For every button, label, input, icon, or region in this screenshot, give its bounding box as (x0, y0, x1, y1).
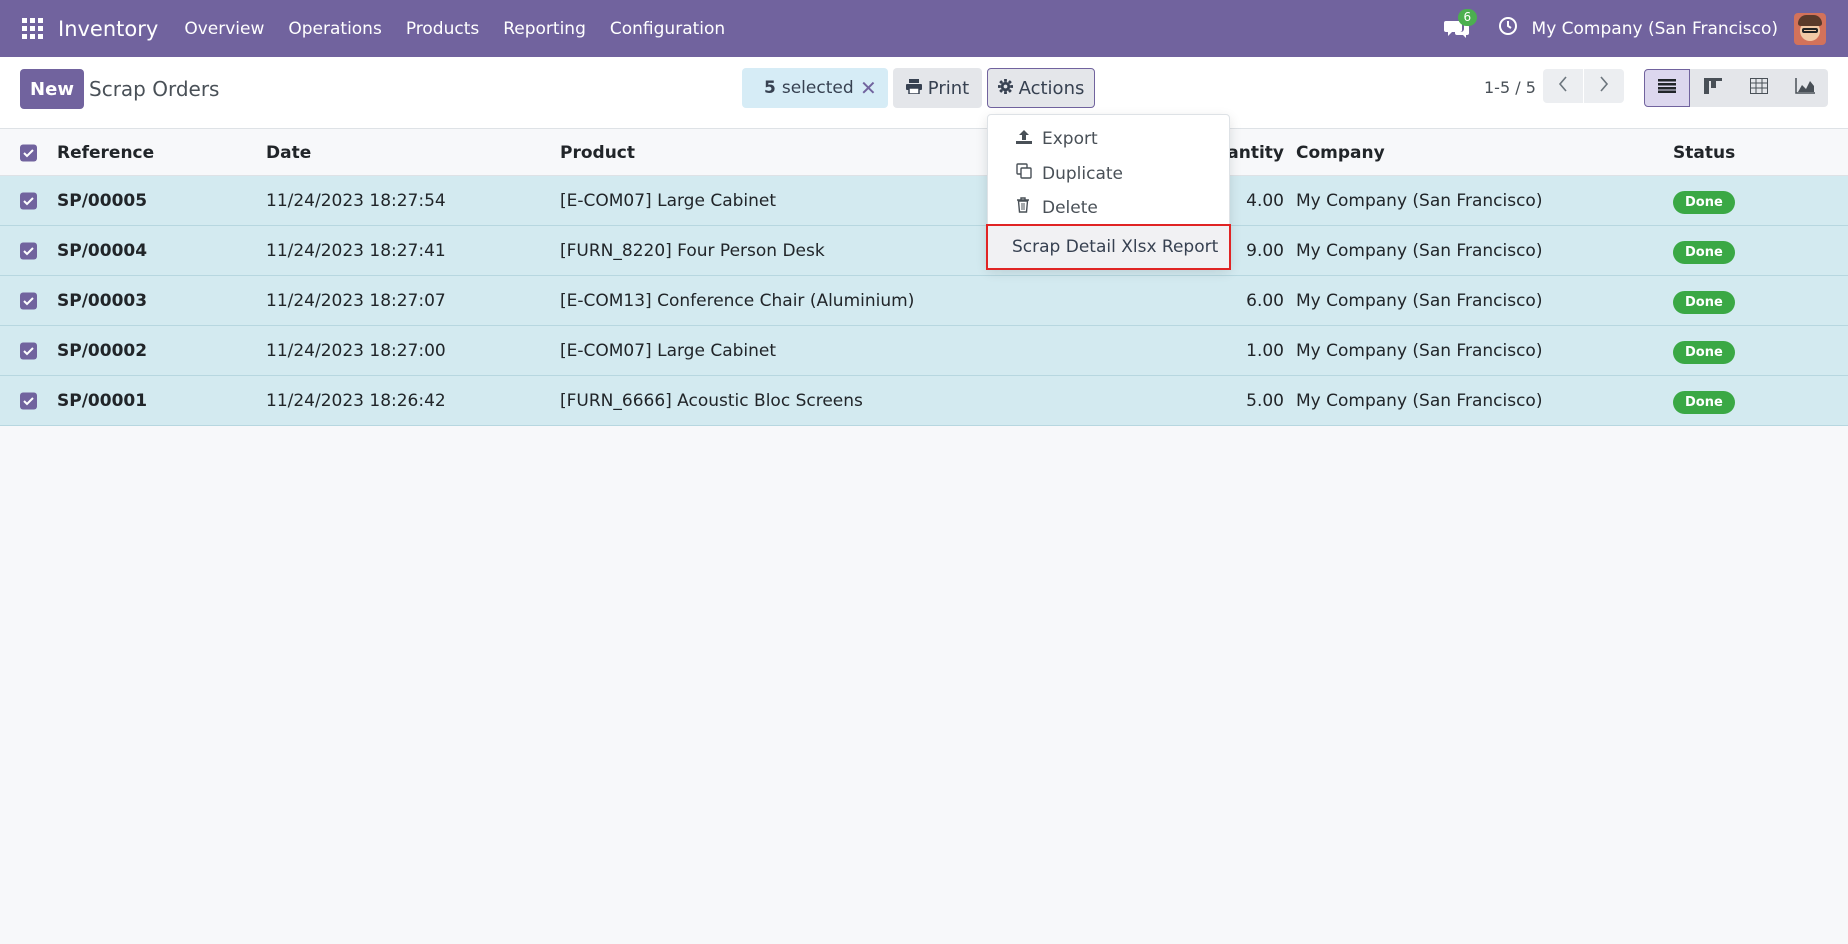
table-row[interactable]: SP/00002 11/24/2023 18:27:00 [E-COM07] L… (0, 326, 1848, 376)
table-row[interactable]: SP/00004 11/24/2023 18:27:41 [FURN_8220]… (0, 226, 1848, 276)
copy-icon (1016, 163, 1034, 184)
selected-label: selected (781, 78, 854, 98)
menu-reporting[interactable]: Reporting (491, 19, 598, 39)
row-checkbox[interactable] (20, 292, 37, 309)
cell-company: My Company (San Francisco) (1296, 290, 1543, 311)
new-button[interactable]: New (20, 69, 84, 109)
cell-product: [E-COM13] Conference Chair (Aluminium) (560, 290, 915, 311)
gear-icon (997, 78, 1013, 99)
status-badge: Done (1673, 190, 1735, 214)
menu-item-label: Delete (1042, 197, 1098, 218)
row-checkbox[interactable] (20, 192, 37, 209)
menu-configuration[interactable]: Configuration (598, 19, 737, 39)
header-status[interactable]: Status (1673, 143, 1735, 163)
chevron-right-icon (1599, 75, 1609, 97)
menu-products[interactable]: Products (394, 19, 491, 39)
cell-company: My Company (San Francisco) (1296, 190, 1543, 211)
table-row[interactable]: SP/00001 11/24/2023 18:26:42 [FURN_6666]… (0, 376, 1848, 426)
table-grid-icon (1750, 77, 1768, 99)
clear-selection-icon[interactable]: ✕ (860, 76, 877, 100)
table-row[interactable]: SP/00005 11/24/2023 18:27:54 [E-COM07] L… (0, 176, 1848, 226)
app-title[interactable]: Inventory (58, 17, 158, 41)
actions-label: Actions (1018, 77, 1085, 99)
upload-icon (1016, 129, 1034, 149)
scrap-orders-table: Reference Date Product uantity Company S… (0, 130, 1848, 426)
chat-icon[interactable]: 6 (1443, 8, 1478, 41)
actions-dropdown: Export Duplicate Delete Scrap Detail Xls… (986, 114, 1231, 270)
menu-overview[interactable]: Overview (172, 19, 276, 39)
status-badge: Done (1673, 290, 1735, 314)
print-button[interactable]: Print (893, 68, 982, 108)
selected-count: 5 (764, 78, 776, 98)
cell-quantity: 5.00 (1246, 390, 1284, 411)
kanban-view-button[interactable] (1690, 69, 1736, 107)
row-checkbox[interactable] (20, 392, 37, 409)
cell-quantity: 9.00 (1246, 240, 1284, 261)
chat-count-badge: 6 (1457, 8, 1478, 26)
menu-item-export[interactable]: Export (1016, 129, 1098, 149)
trash-icon (1016, 197, 1034, 218)
cell-reference: SP/00004 (57, 240, 148, 261)
page-title: Scrap Orders (89, 77, 220, 101)
status-badge: Done (1673, 340, 1735, 364)
menu-item-scrap-detail-xlsx-report[interactable]: Scrap Detail Xlsx Report (986, 224, 1231, 270)
cell-date: 11/24/2023 18:27:41 (266, 240, 446, 261)
avatar[interactable] (1794, 12, 1826, 45)
cell-quantity: 4.00 (1246, 190, 1284, 211)
cell-product: [E-COM07] Large Cabinet (560, 340, 777, 361)
apps-grid-icon[interactable] (22, 17, 44, 40)
clock-icon[interactable] (1498, 16, 1518, 41)
row-checkbox[interactable] (20, 342, 37, 359)
selection-indicator: 5 selected ✕ (742, 68, 888, 108)
select-all-checkbox[interactable] (20, 144, 37, 161)
status-badge: Done (1673, 390, 1735, 414)
table-header: Reference Date Product uantity Company S… (0, 130, 1848, 176)
cell-reference: SP/00005 (57, 190, 148, 211)
header-date[interactable]: Date (266, 143, 311, 163)
cell-company: My Company (San Francisco) (1296, 240, 1543, 261)
menu-item-label: Export (1042, 129, 1098, 149)
company-switcher[interactable]: My Company (San Francisco) (1532, 19, 1778, 39)
menu-item-duplicate[interactable]: Duplicate (1016, 163, 1123, 184)
row-checkbox[interactable] (20, 242, 37, 259)
print-label: Print (927, 77, 970, 99)
actions-button[interactable]: Actions (987, 68, 1095, 108)
pager-value[interactable]: 1-5 / 5 (1484, 78, 1536, 97)
menu-item-label: Duplicate (1042, 163, 1123, 184)
cell-product: [FURN_6666] Acoustic Bloc Screens (560, 390, 863, 411)
cell-company: My Company (San Francisco) (1296, 390, 1543, 411)
pivot-view-button[interactable] (1736, 69, 1782, 107)
pager-next-button[interactable] (1584, 69, 1624, 103)
cell-reference: SP/00003 (57, 290, 148, 311)
cell-date: 11/24/2023 18:27:54 (266, 190, 446, 211)
cell-quantity: 1.00 (1246, 340, 1284, 361)
header-reference[interactable]: Reference (57, 143, 154, 163)
cell-product: [E-COM07] Large Cabinet (560, 190, 777, 211)
header-product[interactable]: Product (560, 143, 635, 163)
table-row[interactable]: SP/00003 11/24/2023 18:27:07 [E-COM13] C… (0, 276, 1848, 326)
graph-view-button[interactable] (1782, 69, 1828, 107)
cell-quantity: 6.00 (1246, 290, 1284, 311)
area-chart-icon (1795, 77, 1815, 99)
control-panel: New Scrap Orders 5 selected ✕ Print Acti… (0, 57, 1848, 129)
chevron-left-icon (1558, 75, 1568, 97)
header-company[interactable]: Company (1296, 143, 1385, 163)
cell-date: 11/24/2023 18:27:07 (266, 290, 446, 311)
list-view-button[interactable] (1644, 69, 1690, 107)
cell-date: 11/24/2023 18:27:00 (266, 340, 446, 361)
menu-item-delete[interactable]: Delete (1016, 197, 1098, 218)
list-icon (1658, 78, 1676, 98)
cell-reference: SP/00002 (57, 340, 148, 361)
cell-date: 11/24/2023 18:26:42 (266, 390, 446, 411)
cell-product: [FURN_8220] Four Person Desk (560, 240, 825, 261)
kanban-icon (1704, 77, 1722, 99)
printer-icon (905, 78, 922, 99)
cell-company: My Company (San Francisco) (1296, 340, 1543, 361)
cell-reference: SP/00001 (57, 390, 148, 411)
status-badge: Done (1673, 240, 1735, 264)
top-navbar: Inventory Overview Operations Products R… (0, 0, 1848, 57)
pager-previous-button[interactable] (1543, 69, 1583, 103)
menu-operations[interactable]: Operations (276, 19, 393, 39)
